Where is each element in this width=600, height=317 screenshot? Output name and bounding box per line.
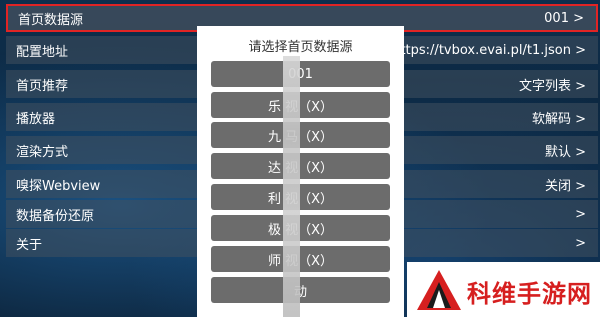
row-value: 001 > [544, 10, 584, 26]
row-label: 嗅探Webview [16, 178, 101, 194]
dialog-title: 请选择首页数据源 [248, 40, 353, 55]
source-option[interactable]: 师 视（X） [211, 246, 390, 272]
source-option[interactable]: 九 马（X） [211, 122, 390, 148]
row-label: 关于 [16, 237, 43, 253]
row-label: 渲染方式 [16, 144, 69, 160]
source-option[interactable]: 001 [211, 61, 390, 87]
source-option[interactable]: 动 [211, 277, 390, 303]
source-option[interactable]: 乐 视（X） [211, 92, 390, 118]
watermark: 科维手游网 [407, 262, 600, 317]
source-option[interactable]: 利 视（X） [211, 184, 390, 210]
row-label: 首页推荐 [16, 78, 69, 94]
pixelation-mask [283, 56, 300, 317]
row-label: 配置地址 [16, 44, 69, 60]
row-label: 播放器 [16, 111, 56, 127]
source-select-dialog: 请选择首页数据源 001 乐 视（X） 九 马（X） 达 视（X） 利 视（X）… [197, 26, 404, 317]
row-value: 文字列表 > [518, 78, 586, 94]
watermark-logo-icon [417, 270, 461, 310]
row-label: 首页数据源 [18, 12, 84, 28]
row-value: > [575, 206, 586, 222]
row-value: 默认 > [544, 144, 586, 160]
watermark-text: 科维手游网 [467, 280, 592, 308]
row-value: > [575, 235, 586, 251]
row-value: 软解码 > [531, 111, 586, 127]
source-option[interactable]: 达 视（X） [211, 153, 390, 179]
source-option[interactable]: 极 视（X） [211, 215, 390, 241]
row-label: 数据备份还原 [16, 208, 95, 224]
row-value: https://tvbox.evai.pl/t1.json > [392, 42, 586, 58]
row-value: 关闭 > [544, 178, 586, 194]
